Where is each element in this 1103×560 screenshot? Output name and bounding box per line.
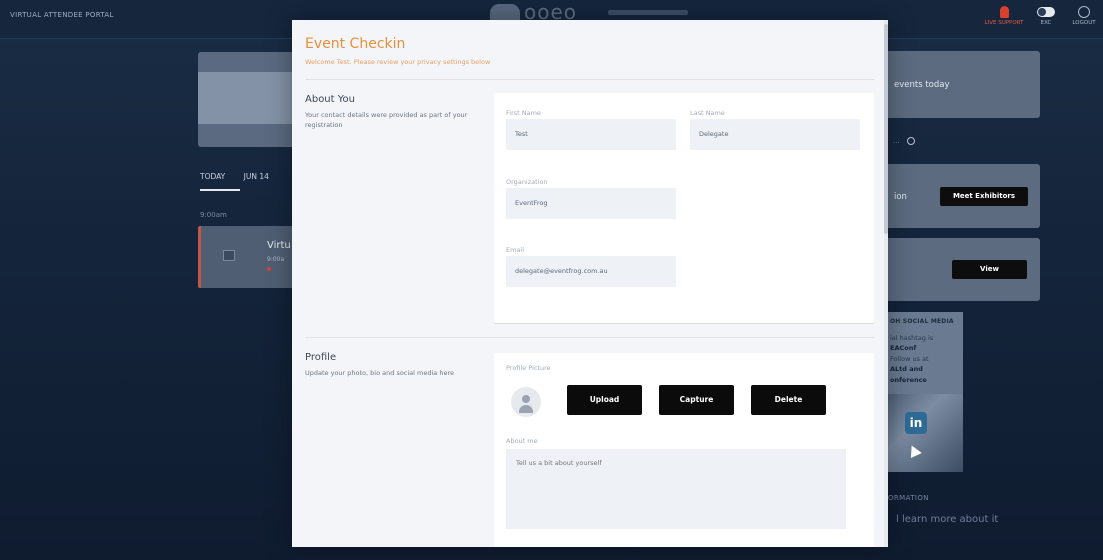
session-title: Virtu <box>267 240 291 251</box>
social-line: Follow us at <box>890 355 929 363</box>
live-support-label: LIVE SUPPORT <box>984 20 1024 26</box>
social-line: onference <box>890 376 927 384</box>
schedule-time: 9:00am <box>200 211 227 219</box>
calendar-link[interactable]: ... <box>893 137 915 145</box>
event-checkin-modal: Event Checkin Welcome Test. Please revie… <box>292 20 888 547</box>
view-button[interactable]: View <box>952 260 1027 279</box>
scrollbar-thumb[interactable] <box>884 24 888 234</box>
profile-picture-label: Profile Picture <box>506 364 551 372</box>
exhibition-text: ion <box>894 192 907 202</box>
day-tabs: TODAY JUN 14 <box>200 172 285 181</box>
linkedin-icon: in <box>905 412 927 434</box>
social-photo: in <box>880 394 963 472</box>
live-dot-icon <box>267 267 271 271</box>
section-divider <box>305 337 875 338</box>
social-line: ial hashtag is <box>890 334 934 342</box>
about-section-description: Your contact details were provided as pa… <box>305 111 468 129</box>
last-name-label: Last Name <box>690 109 725 117</box>
profile-section-title: Profile <box>305 352 337 363</box>
avatar <box>511 387 541 417</box>
circle-icon <box>906 137 915 145</box>
modal-scrollbar[interactable] <box>884 20 888 547</box>
capture-button[interactable]: Capture <box>659 385 734 415</box>
email-field[interactable] <box>506 256 676 287</box>
social-media-card: OH SOCIAL MEDIA ial hashtag is EAConf Fo… <box>880 312 963 472</box>
about-form-panel: First Name Last Name Organization Email <box>494 93 874 324</box>
profile-section-description: Update your photo, bio and social media … <box>305 369 454 377</box>
first-name-field[interactable] <box>506 119 676 150</box>
first-name-label: First Name <box>506 109 541 117</box>
avatar-placeholder-icon <box>522 395 530 403</box>
session-time: 9:00a <box>267 256 285 263</box>
header-divider <box>305 79 875 80</box>
modal-subtitle: Welcome Test. Please review your privacy… <box>305 58 491 66</box>
delete-button[interactable]: Delete <box>751 385 826 415</box>
about-me-textarea[interactable] <box>506 449 846 529</box>
social-heading: OH SOCIAL MEDIA <box>890 318 954 325</box>
tab-today[interactable]: TODAY <box>200 172 225 181</box>
header-actions: LIVE SUPPORT EXC LOGOUT <box>963 4 1103 34</box>
about-section-title: About You <box>305 94 355 105</box>
events-today-card: events today <box>880 51 1040 118</box>
information-label: ORMATION <box>888 494 929 502</box>
avatar-body <box>519 405 533 413</box>
email-label: Email <box>506 246 525 254</box>
profile-form-panel: Profile Picture Upload Capture Delete Ab… <box>494 353 874 547</box>
mode-toggle[interactable]: EXC <box>1033 7 1059 26</box>
organization-label: Organization <box>506 178 548 186</box>
power-icon <box>1078 6 1090 18</box>
session-thumbnail-icon <box>223 250 235 261</box>
logout-label: LOGOUT <box>1072 20 1096 26</box>
last-name-field[interactable] <box>690 119 860 150</box>
about-me-label: About me <box>506 437 538 445</box>
social-line: EAConf <box>890 344 917 352</box>
portal-title: VIRTUAL ATTENDEE PORTAL <box>10 11 114 19</box>
calendar-link-text: ... <box>893 137 900 145</box>
upload-button[interactable]: Upload <box>567 385 642 415</box>
organization-field[interactable] <box>506 188 676 219</box>
meet-exhibitors-button[interactable]: Meet Exhibitors <box>940 187 1028 206</box>
toggle-switch-icon <box>1037 7 1055 17</box>
toggle-label: EXC <box>1040 20 1052 26</box>
live-support-button[interactable]: LIVE SUPPORT <box>979 6 1029 26</box>
logo-tagline <box>608 10 688 15</box>
social-line: ALtd and <box>890 365 923 373</box>
modal-title: Event Checkin <box>305 36 406 52</box>
logout-button[interactable]: LOGOUT <box>1067 6 1101 26</box>
events-today-text: events today <box>894 80 950 90</box>
support-agent-icon <box>999 6 1009 18</box>
tab-jun-14[interactable]: JUN 14 <box>244 172 269 181</box>
active-tab-underline <box>200 189 240 191</box>
information-text: l learn more about it <box>896 514 999 525</box>
